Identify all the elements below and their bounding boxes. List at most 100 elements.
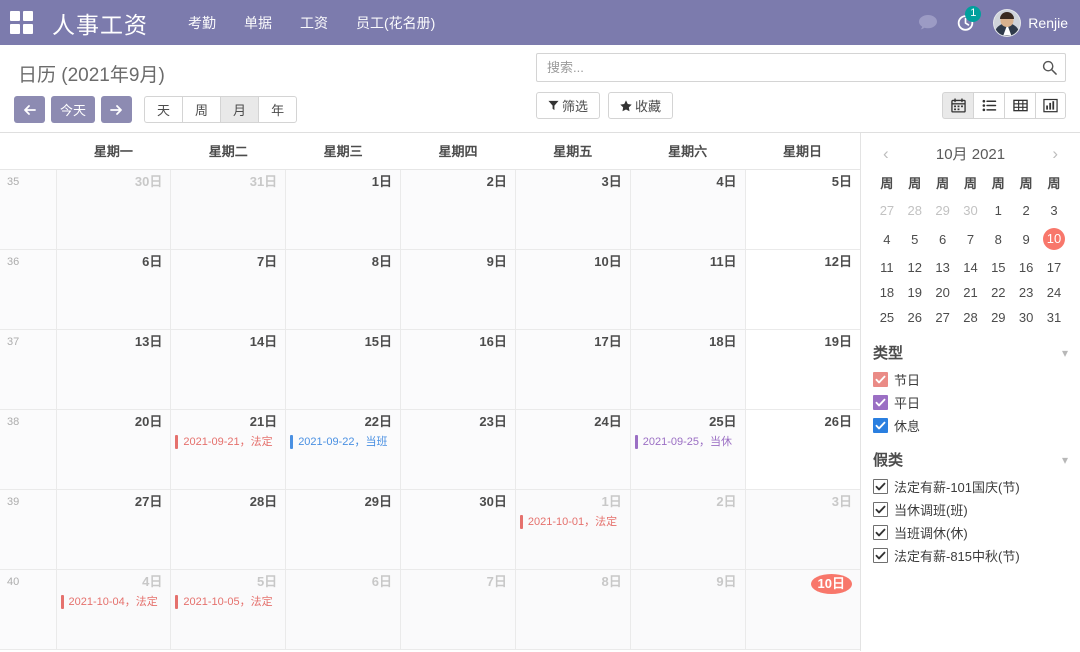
checkbox-checked-icon[interactable] [873,372,888,387]
day-cell[interactable]: 14日 [170,329,287,410]
day-cell[interactable]: 7日 [400,569,516,650]
mini-day-cell[interactable]: 31 [1040,305,1068,330]
checkbox-checked-icon[interactable] [873,395,888,410]
mini-day-cell[interactable]: 24 [1040,280,1068,305]
mini-day-cell[interactable]: 26 [901,305,929,330]
day-cell[interactable]: 28日 [170,489,287,570]
menu-item-documents[interactable]: 单据 [244,13,272,33]
leave-filter-item[interactable]: 当班调休(休) [873,521,1068,544]
day-cell[interactable]: 4日 2021-10-04，法定 [56,569,172,650]
day-cell[interactable]: 2日 [630,489,746,570]
type-filter-item[interactable]: 节日 [873,368,1068,391]
day-cell[interactable]: 3日 [745,489,860,570]
next-period-button[interactable] [101,96,133,123]
filter-button[interactable]: 筛选 [536,92,601,119]
day-cell[interactable]: 6日 [56,249,172,330]
day-cell[interactable]: 12日 [745,249,860,330]
day-cell[interactable]: 30日 [56,169,172,250]
mini-day-cell[interactable]: 10 [1040,223,1068,255]
day-cell[interactable]: 29日 [285,489,402,570]
day-cell[interactable]: 1日 [285,169,402,250]
day-cell[interactable]: 9日 [630,569,746,650]
mini-day-cell[interactable]: 25 [873,305,901,330]
checkbox-checked-icon[interactable] [873,548,888,563]
chevron-left-icon[interactable]: ‹ [877,145,895,162]
checkbox-checked-icon[interactable] [873,479,888,494]
search-bar[interactable] [536,53,1066,82]
mini-day-cell[interactable]: 4 [873,223,901,255]
chevron-down-icon[interactable]: ▾ [1062,453,1068,467]
mini-day-cell[interactable]: 23 [1012,280,1040,305]
prev-period-button[interactable] [14,96,45,123]
day-cell[interactable]: 15日 [285,329,402,410]
day-cell[interactable]: 23日 [400,409,516,490]
mini-day-cell[interactable]: 30 [957,198,985,223]
menu-item-employees[interactable]: 员工(花名册) [356,13,435,33]
mini-day-cell[interactable]: 29 [929,198,957,223]
mini-day-cell[interactable]: 17 [1040,255,1068,280]
mini-day-cell[interactable]: 6 [929,223,957,255]
mini-day-cell[interactable]: 7 [957,223,985,255]
calendar-event[interactable]: 2021-10-05，法定 [175,595,280,609]
type-filter-header[interactable]: 类型 ▾ [873,342,1068,368]
calendar-view-button[interactable] [942,92,973,119]
scale-month-button[interactable]: 月 [220,96,259,123]
mini-day-cell[interactable]: 20 [929,280,957,305]
day-cell[interactable]: 16日 [400,329,516,410]
leave-filter-item[interactable]: 法定有薪-101国庆(节) [873,475,1068,498]
checkbox-checked-icon[interactable] [873,525,888,540]
day-cell[interactable]: 30日 [400,489,516,570]
chevron-down-icon[interactable]: ▾ [1062,346,1068,360]
apps-grid-icon[interactable] [8,10,34,36]
checkbox-checked-icon[interactable] [873,418,888,433]
app-brand-title[interactable]: 人事工资 [52,6,148,40]
magnifier-icon[interactable] [1042,60,1057,75]
scale-year-button[interactable]: 年 [258,96,298,123]
day-cell[interactable]: 13日 [56,329,172,410]
mini-day-cell[interactable]: 3 [1040,198,1068,223]
clock-activity-icon[interactable]: 1 [956,6,982,32]
day-cell[interactable]: 22日 2021-09-22，当班 [285,409,402,490]
mini-day-cell[interactable]: 2 [1012,198,1040,223]
day-cell[interactable]: 3日 [515,169,631,250]
calendar-event[interactable]: 2021-09-22，当班 [290,435,395,449]
day-cell[interactable]: 8日 [285,249,402,330]
day-cell[interactable]: 2日 [400,169,516,250]
day-cell[interactable]: 19日 [745,329,860,410]
day-cell[interactable]: 21日 2021-09-21，法定 [170,409,287,490]
mini-day-cell[interactable]: 12 [901,255,929,280]
user-menu[interactable]: Renjie [993,8,1068,37]
day-cell[interactable]: 31日 [170,169,287,250]
type-filter-item[interactable]: 平日 [873,391,1068,414]
day-cell[interactable]: 7日 [170,249,287,330]
day-cell[interactable]: 18日 [630,329,746,410]
day-cell[interactable]: 8日 [515,569,631,650]
day-cell[interactable]: 27日 [56,489,172,570]
day-cell[interactable]: 5日 [745,169,860,250]
mini-day-cell[interactable]: 30 [1012,305,1040,330]
mini-day-cell[interactable]: 8 [984,223,1012,255]
mini-day-cell[interactable]: 28 [957,305,985,330]
leave-filter-item[interactable]: 当休调班(班) [873,498,1068,521]
day-cell[interactable]: 10日 [745,569,860,650]
type-filter-item[interactable]: 休息 [873,414,1068,437]
calendar-event[interactable]: 2021-09-21，法定 [175,435,280,449]
day-cell[interactable]: 10日 [515,249,631,330]
mini-day-cell[interactable]: 27 [873,198,901,223]
day-cell[interactable]: 11日 [630,249,746,330]
calendar-event[interactable]: 2021-10-04，法定 [60,595,166,609]
mini-day-cell[interactable]: 19 [901,280,929,305]
chat-bubble-icon[interactable] [918,14,938,32]
favorite-button[interactable]: 收藏 [608,92,674,119]
mini-day-cell[interactable]: 13 [929,255,957,280]
day-cell[interactable]: 6日 [285,569,402,650]
mini-day-cell[interactable]: 15 [984,255,1012,280]
mini-day-cell[interactable]: 1 [984,198,1012,223]
day-cell[interactable]: 9日 [400,249,516,330]
pivot-view-button[interactable] [1004,92,1035,119]
mini-day-cell[interactable]: 16 [1012,255,1040,280]
calendar-event[interactable]: 2021-09-25，当休 [634,435,740,449]
search-input[interactable] [547,60,1042,75]
mini-day-cell[interactable]: 9 [1012,223,1040,255]
day-cell[interactable]: 24日 [515,409,631,490]
